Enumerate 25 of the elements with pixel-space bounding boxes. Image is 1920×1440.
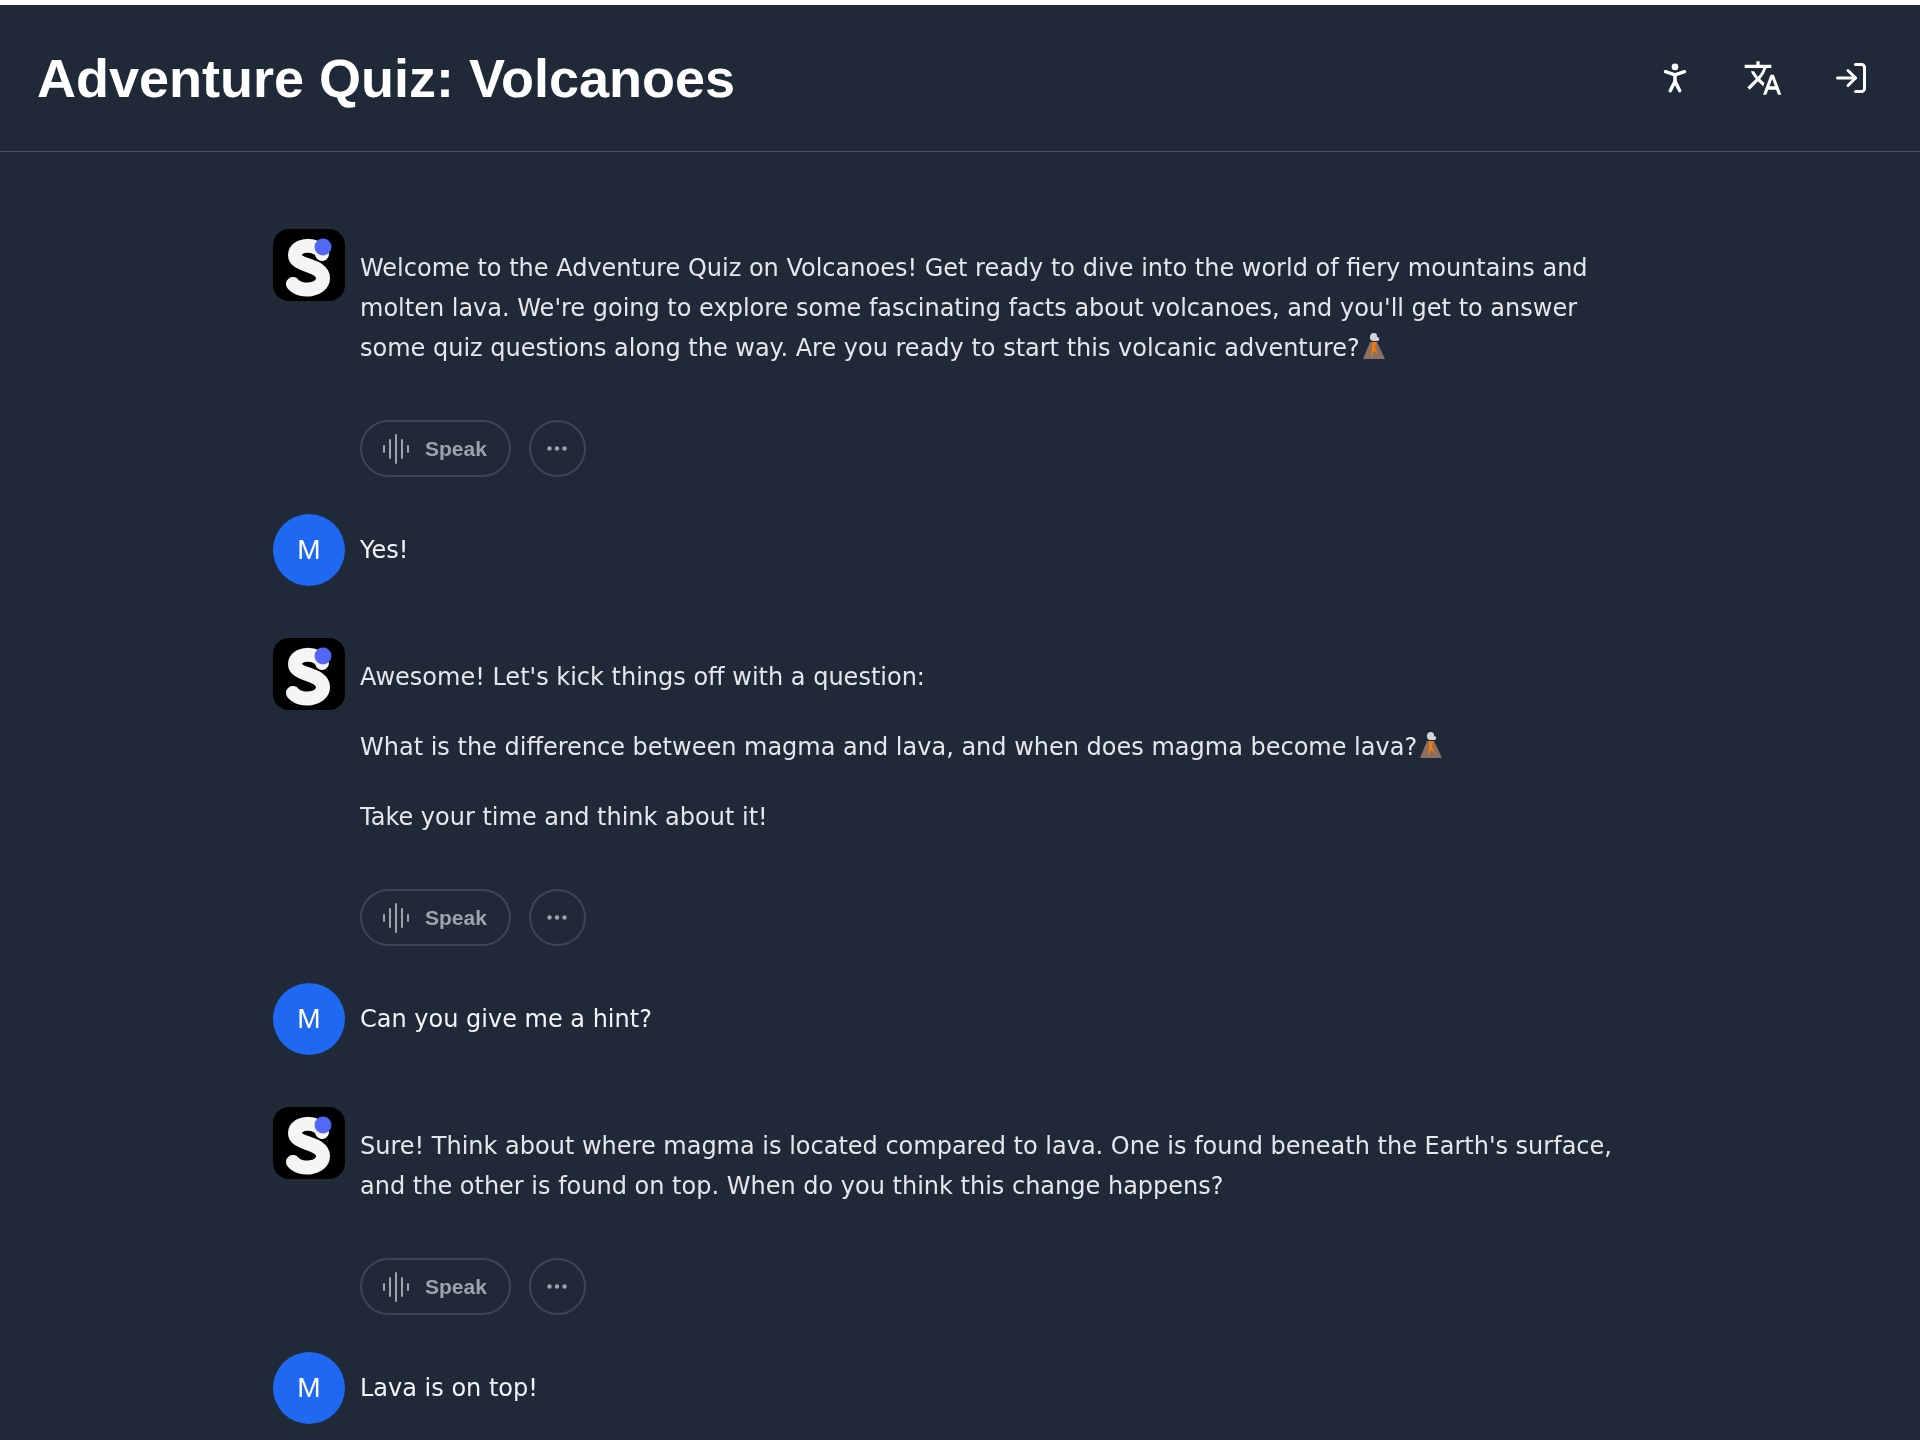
bot-avatar-icon: [273, 638, 345, 710]
message-text: Take your time and think about it!: [360, 803, 768, 831]
message-text: What is the difference between magma and lava, and when does magma become lava?: [360, 733, 1418, 761]
message-text: Awesome! Let's kick things off with a question:: [360, 663, 925, 691]
user-avatar: M: [273, 983, 345, 1055]
ellipsis-icon: [547, 915, 568, 920]
login-icon: [1833, 60, 1869, 96]
message-text: Sure! Think about where magma is located compared to lava. One is found beneath the Earth's surface, and the other is found on top. When do you think this change happens?: [360, 1132, 1612, 1200]
message-text: Lava is on top!: [360, 1373, 538, 1404]
ellipsis-icon: [547, 446, 568, 451]
translate-icon: [1743, 58, 1783, 98]
user-avatar: M: [273, 1352, 345, 1424]
ellipsis-icon: [547, 1284, 568, 1289]
message-text: Can you give me a hint?: [360, 1004, 652, 1035]
speak-button[interactable]: Speak: [360, 889, 511, 946]
speak-button[interactable]: Speak: [360, 420, 511, 477]
waveform-icon: [382, 902, 410, 933]
speak-button[interactable]: Speak: [360, 1258, 511, 1315]
bot-avatar-icon: [273, 229, 345, 301]
user-avatar: M: [273, 514, 345, 586]
message-text: Yes!: [360, 535, 409, 566]
bot-avatar-icon: [273, 1107, 345, 1179]
waveform-icon: [382, 1271, 410, 1302]
message-text: Welcome to the Adventure Quiz on Volcanoes! Get ready to dive into the world of fiery mountains and molten lava. We're going to explore some fascinating facts about volcanoes, and you'll get to answer some quiz questions along the way. Are you ready to start this volcanic adventure?: [360, 254, 1588, 362]
waveform-icon: [382, 433, 410, 464]
